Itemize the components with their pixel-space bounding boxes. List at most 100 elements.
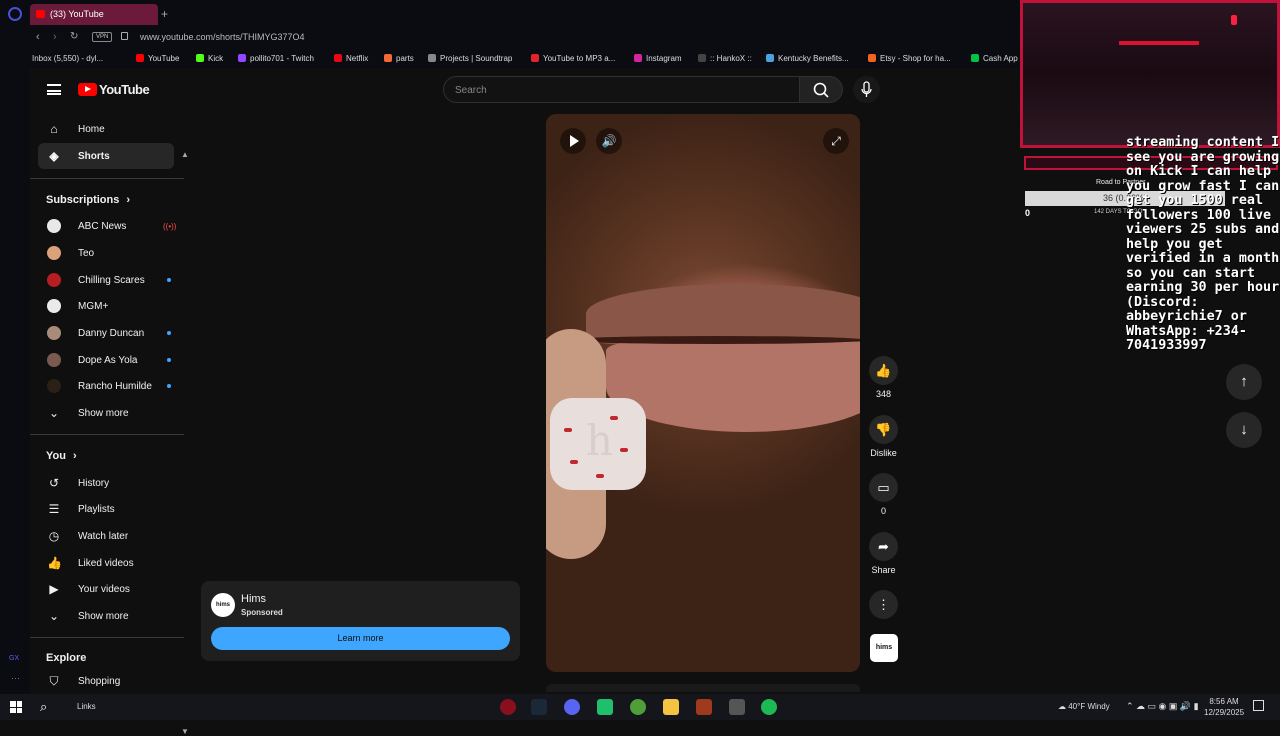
new-tab-icon[interactable]: + [161, 7, 168, 21]
learn-more-button[interactable]: Learn more [211, 627, 510, 650]
minecraft-icon[interactable] [630, 699, 646, 715]
app-icon[interactable] [597, 699, 613, 715]
bookmark-item[interactable]: Instagram [634, 54, 682, 63]
mic-icon [861, 81, 872, 97]
sidebar-item-shopping[interactable]: ⛉ Shopping [38, 668, 174, 694]
voice-search-button[interactable] [853, 76, 880, 103]
sponsored-label: Sponsored [241, 608, 283, 617]
fullscreen-icon[interactable]: ⤢ [823, 128, 849, 154]
bookmark-item[interactable]: YouTube to MP3 a... [531, 54, 615, 63]
bookmark-item[interactable]: Inbox (5,550) - dyl... [20, 54, 103, 63]
sidebar-item-home[interactable]: ⌂ Home [38, 116, 174, 142]
reload-icon[interactable]: ↻ [70, 31, 78, 42]
advertiser-logo[interactable]: hims [211, 593, 235, 617]
subscription-item[interactable]: ABC News ((•)) [38, 213, 177, 239]
comments-button[interactable]: ▭ 0 [868, 473, 899, 516]
arrow-up-icon: ↑ [1240, 373, 1248, 390]
notifications-icon[interactable] [1253, 700, 1264, 711]
channel-logo-button[interactable]: hims [870, 634, 898, 662]
address-bar: ‹ › ↻ VPN www.youtube.com/shorts/THIMYG3… [0, 28, 1020, 48]
subscription-item[interactable]: Chilling Scares [38, 267, 174, 293]
forward-icon[interactable]: › [53, 31, 57, 43]
scroll-down-icon[interactable]: ▼ [181, 727, 189, 736]
scroll-up-icon[interactable]: ▲ [181, 150, 189, 159]
clock[interactable]: 8:56 AM 12/29/2025 [1204, 696, 1244, 718]
steam-icon[interactable] [531, 699, 547, 715]
browser-tab-youtube[interactable]: (33) YouTube [30, 4, 158, 25]
lock-icon[interactable] [121, 32, 128, 40]
game-icon[interactable] [696, 699, 712, 715]
sidebar-item-watch-later[interactable]: ◷ Watch later [38, 523, 174, 549]
search-input[interactable]: Search [443, 76, 800, 103]
sidebar-item-your-videos[interactable]: ▶ Your videos [38, 576, 174, 602]
show-more-subscriptions[interactable]: ⌄ Show more [38, 400, 174, 426]
bookmark-item[interactable]: Netflix [334, 54, 368, 63]
more-icon[interactable]: ··· [11, 673, 20, 683]
bookmark-item[interactable]: parts [384, 54, 414, 63]
vpn-badge[interactable]: VPN [92, 32, 113, 42]
subscription-item[interactable]: MGM+ [38, 293, 174, 319]
bookmark-item[interactable]: :: HankoX :: [698, 54, 752, 63]
bookmark-item[interactable]: Cash App [971, 54, 1018, 63]
live-icon: ((•)) [163, 222, 177, 231]
more-options-button[interactable]: ⋮ [868, 590, 899, 623]
subscription-item[interactable]: Rancho Humilde [38, 373, 174, 399]
subscription-item[interactable]: Danny Duncan [38, 320, 174, 346]
file-explorer-icon[interactable] [663, 699, 679, 715]
scroll-up-button[interactable]: ↑ [1226, 364, 1262, 400]
show-more-you[interactable]: ⌄ Show more [38, 603, 174, 629]
kick-icon [196, 54, 204, 62]
youtube-logo[interactable]: YouTube [78, 82, 150, 97]
weather-widget[interactable]: ☁ 40°F Windy [1058, 702, 1110, 711]
bookmark-item[interactable]: Kentucky Benefits... [766, 54, 849, 63]
channel-avatar [47, 299, 61, 313]
youtube-play-icon [78, 83, 97, 96]
webcam-led-strip [1119, 41, 1199, 45]
sidebar-divider [30, 178, 184, 179]
taskbar-search-label[interactable]: Links [77, 702, 96, 711]
gx-icon[interactable]: GX [9, 655, 19, 662]
sidebar-item-liked-videos[interactable]: 👍 Liked videos [38, 550, 174, 576]
bookmarks-bar: Inbox (5,550) - dyl... YouTube Kick poll… [0, 48, 1020, 68]
volume-icon[interactable]: 🔊 [596, 128, 622, 154]
bookmark-item[interactable]: Kick [196, 54, 223, 63]
share-button[interactable]: ➦ Share [868, 532, 899, 575]
tray-icons[interactable]: ⌃ ☁ ▭ ◉ ▣ 🔊 ▮ [1126, 701, 1199, 712]
windows-start-icon[interactable] [10, 701, 22, 713]
settings-app-icon[interactable] [729, 699, 745, 715]
menu-icon[interactable] [47, 84, 61, 95]
like-button[interactable]: 👍 348 [868, 356, 899, 399]
video-frame-mouth [566, 336, 860, 344]
subscription-item[interactable]: Teo [38, 240, 174, 266]
opera-gx-taskbar-icon[interactable] [500, 699, 516, 715]
you-heading[interactable]: You › [46, 450, 77, 462]
instagram-icon [634, 54, 642, 62]
dislike-button[interactable]: 👎 Dislike [868, 415, 899, 458]
share-icon: ➦ [869, 532, 898, 561]
advertiser-name[interactable]: Hims [241, 593, 266, 605]
bookmark-item[interactable]: Projects | Soundtrap [428, 54, 512, 63]
search-button[interactable] [800, 76, 843, 103]
soundtrap-icon [428, 54, 436, 62]
bookmark-item[interactable]: YouTube [136, 54, 179, 63]
spotify-icon[interactable] [761, 699, 777, 715]
bookmark-item[interactable]: pollito701 - Twitch [238, 54, 314, 63]
subscriptions-heading[interactable]: Subscriptions › [46, 194, 130, 206]
opera-gx-logo-icon[interactable] [8, 7, 22, 21]
shorts-video-player[interactable]: h 🔊 ⤢ [546, 114, 860, 672]
sidebar-item-history[interactable]: ↺ History [38, 470, 174, 496]
history-icon: ↺ [48, 476, 60, 490]
url-field[interactable]: www.youtube.com/shorts/THIMYG377O4 [140, 32, 305, 42]
webcam-feed [1020, 0, 1280, 148]
search-icon[interactable]: ⌕ [40, 699, 47, 715]
bookmark-item[interactable]: Etsy - Shop for ha... [868, 54, 951, 63]
back-icon[interactable]: ‹ [36, 31, 40, 43]
scroll-down-button[interactable]: ↓ [1226, 412, 1262, 448]
subscription-item[interactable]: Dope As Yola [38, 347, 174, 373]
next-short-preview[interactable] [546, 684, 860, 692]
tab-title: (33) YouTube [50, 9, 104, 19]
sidebar-item-shorts[interactable]: ◈ Shorts [38, 143, 174, 169]
play-button[interactable] [560, 128, 586, 154]
sidebar-item-playlists[interactable]: ☰ Playlists [38, 496, 174, 522]
discord-icon[interactable] [564, 699, 580, 715]
